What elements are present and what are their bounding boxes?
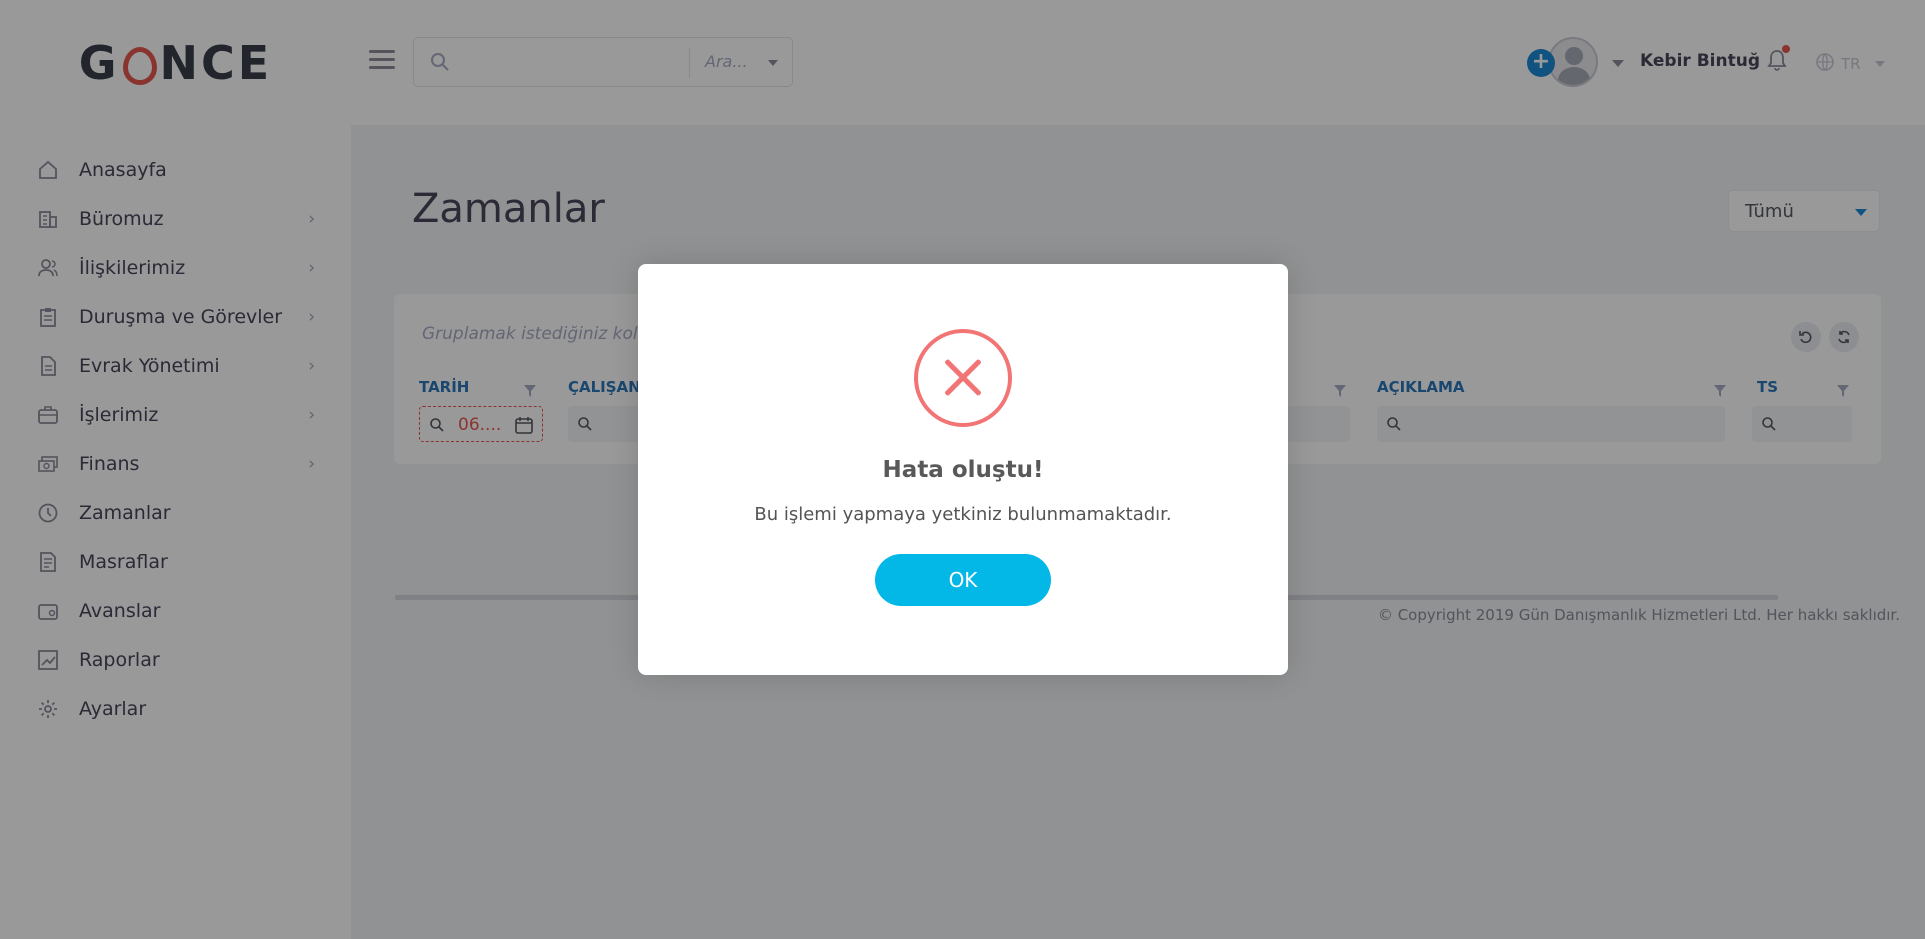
dialog-title: Hata oluştu! <box>882 457 1044 483</box>
dialog-message: Bu işlemi yapmaya yetkiniz bulunmamaktad… <box>754 504 1172 525</box>
error-x-icon <box>914 329 1012 427</box>
error-dialog: Hata oluştu! Bu işlemi yapmaya yetkiniz … <box>638 264 1288 675</box>
ok-button[interactable]: OK <box>875 554 1051 606</box>
